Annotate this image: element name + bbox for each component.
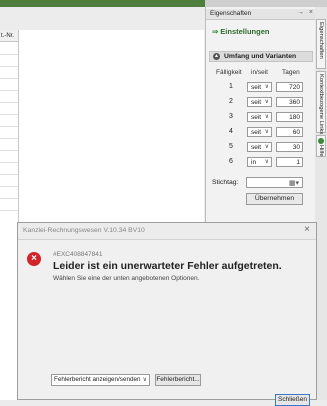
einstellungen-link[interactable]: ⇒ Einstellungen — [212, 27, 269, 36]
days-input[interactable]: 60 — [276, 127, 303, 137]
chevron-down-icon: ∨ — [264, 114, 269, 120]
mode-select[interactable]: in ∨ — [247, 157, 272, 167]
mode-value: seit — [251, 144, 262, 151]
einstellungen-label: Einstellungen — [220, 27, 270, 36]
mode-value: seit — [251, 114, 262, 121]
row-number: 1 — [229, 83, 233, 90]
close-icon[interactable]: × — [304, 224, 310, 235]
chevron-down-icon: ∨ — [264, 159, 269, 165]
mode-select[interactable]: seit ∨ — [247, 127, 272, 137]
dialog-titlebar: Kanzlei-Rechnungswesen V.10.34 BV10 × — [18, 223, 316, 240]
days-input[interactable]: 30 — [276, 142, 303, 152]
tab-kontextbezogene-links[interactable]: Kontextbezogene Links — [316, 71, 326, 135]
days-input[interactable]: 180 — [276, 112, 303, 122]
panel-titlebar: Eigenschaften → × — [206, 9, 316, 20]
mode-value: in — [251, 159, 257, 166]
mode-select[interactable]: seit ∨ — [247, 112, 272, 122]
days-input[interactable]: 720 — [276, 82, 303, 92]
chevron-down-icon: ∨ — [264, 129, 269, 135]
grid-row-line — [0, 210, 18, 211]
grid-row-line — [0, 162, 18, 163]
row-number: 5 — [229, 143, 233, 150]
error-id: #EXC408847841 — [53, 251, 103, 258]
ribbon-strip — [0, 0, 205, 7]
tab-label: Eigenschaften — [318, 22, 324, 59]
grid-row-line — [0, 66, 18, 67]
error-subtext: Wählen Sie eine der unten angebotenen Op… — [53, 275, 200, 282]
help-icon — [318, 138, 324, 144]
chevron-up-icon[interactable]: ▲ — [213, 53, 220, 60]
section-header-umfang[interactable]: ▲ Umfang und Varianten — [209, 51, 313, 62]
chevron-down-icon: ∨ — [264, 99, 269, 105]
column-in-seit: in/seit — [251, 69, 268, 76]
calendar-icon[interactable]: ▦▾ — [289, 179, 299, 187]
error-heading: Leider ist ein unerwarteter Fehler aufge… — [53, 260, 282, 272]
column-tagen: Tagen — [282, 69, 300, 76]
select-value: Fehlerbericht anzeigen/senden — [54, 376, 141, 383]
error-icon: × — [27, 252, 41, 266]
tab-label: Kontextbezogene Links — [318, 74, 324, 135]
grid-row-line — [0, 54, 18, 55]
dialog-title: Kanzlei-Rechnungswesen V.10.34 BV10 — [23, 227, 145, 234]
grid-row-line — [0, 126, 18, 127]
panel-title: Eigenschaften — [210, 10, 252, 17]
mode-value: seit — [251, 99, 262, 106]
grid-row-line — [0, 198, 18, 199]
row-number: 6 — [229, 158, 233, 165]
stichtag-label: Stichtag: — [212, 179, 239, 186]
pin-icon[interactable]: → — [297, 9, 304, 16]
grid-row-line — [0, 90, 18, 91]
chevron-down-icon: ∨ — [264, 144, 269, 150]
tab-label: Hilfe — [318, 145, 324, 157]
row-number: 2 — [229, 98, 233, 105]
error-dialog: Kanzlei-Rechnungswesen V.10.34 BV10 × × … — [17, 222, 317, 406]
close-icon[interactable]: × — [309, 9, 313, 16]
schliessen-button[interactable]: Schließen — [275, 394, 310, 406]
tab-hilfe[interactable]: Hilfe — [316, 135, 326, 157]
row-number: 4 — [229, 128, 233, 135]
grid-row-line — [0, 150, 18, 151]
column-faelligkeit: Fälligkeit — [216, 69, 242, 76]
row-number: 3 — [229, 113, 233, 120]
uebernehmen-button[interactable]: Übernehmen — [246, 193, 303, 205]
days-input[interactable]: 1 — [276, 157, 303, 167]
error-action-select[interactable]: Fehlerbericht anzeigen/senden ∨ — [51, 374, 150, 386]
chevron-down-icon: ∨ — [142, 377, 147, 383]
mode-value: seit — [251, 84, 262, 91]
section-title: Umfang und Varianten — [224, 53, 297, 60]
column-header[interactable]: t.-Nr. — [0, 30, 18, 42]
chevron-down-icon: ∨ — [264, 84, 269, 90]
grid-row-line — [0, 186, 18, 187]
mode-value: seit — [251, 129, 262, 136]
grid-row-line — [0, 114, 18, 115]
stichtag-date-input[interactable]: ▦▾ — [246, 177, 303, 188]
app-top-bar — [0, 0, 327, 7]
mode-select[interactable]: seit ∨ — [247, 142, 272, 152]
arrow-right-icon: ⇒ — [212, 27, 219, 36]
days-input[interactable]: 360 — [276, 97, 303, 107]
mode-select[interactable]: seit ∨ — [247, 97, 272, 107]
grid-row-line — [0, 78, 18, 79]
fehlerbericht-button[interactable]: Fehlerbericht... — [155, 374, 201, 386]
grid-row-line — [0, 138, 18, 139]
grid-row-line — [0, 102, 18, 103]
mode-select[interactable]: seit ∨ — [247, 82, 272, 92]
grid-row-line — [0, 174, 18, 175]
tab-eigenschaften[interactable]: Eigenschaften — [316, 19, 326, 69]
